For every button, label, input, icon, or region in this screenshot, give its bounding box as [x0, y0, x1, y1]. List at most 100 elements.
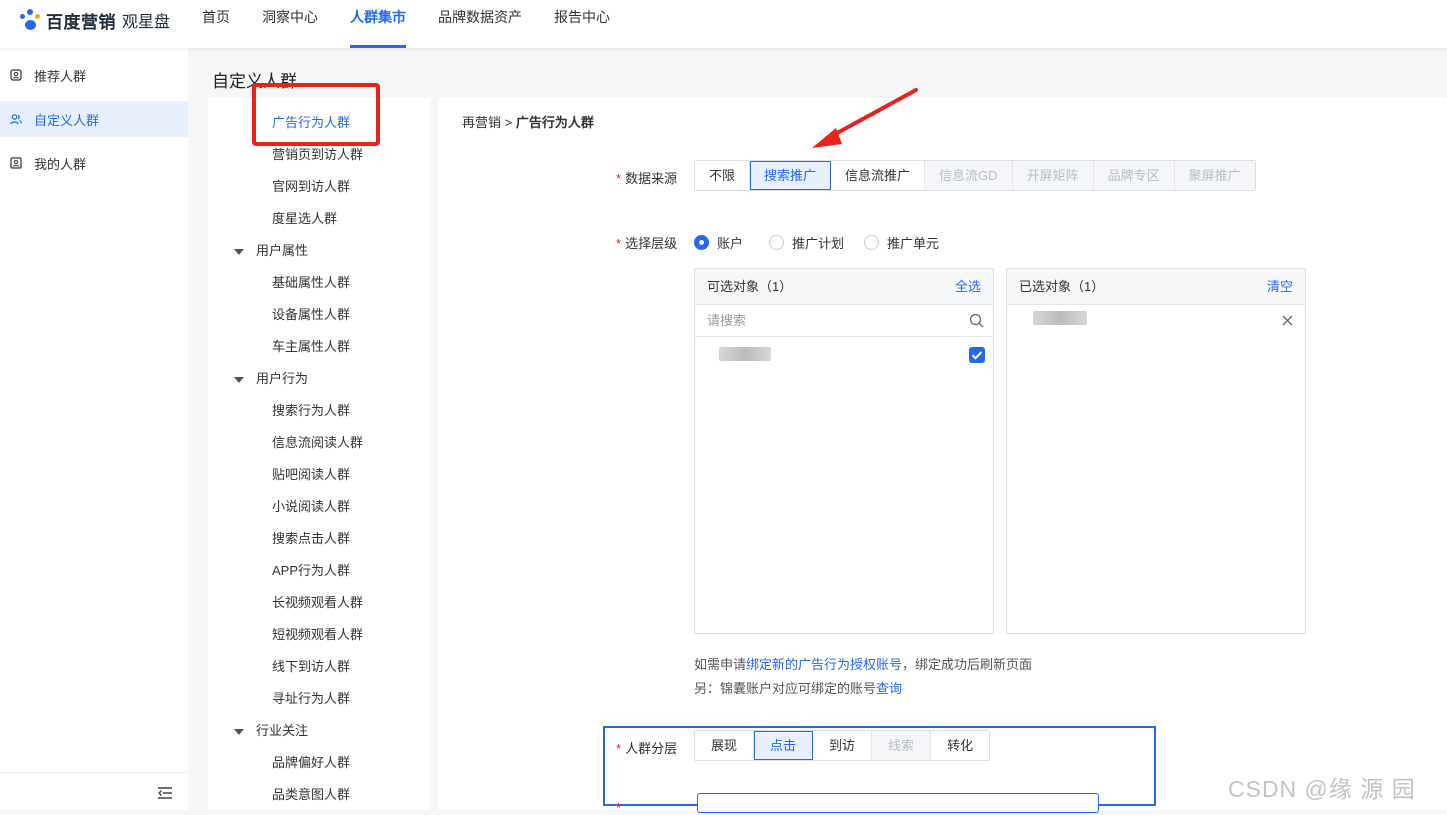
breadcrumb-separator: >	[504, 115, 513, 130]
tree-item-search-click[interactable]: 搜索点击人群	[272, 528, 350, 547]
next-field-select[interactable]	[697, 793, 1099, 813]
tree-item-basic-attr[interactable]: 基础属性人群	[272, 272, 350, 291]
layer-label: * 人群分层	[616, 741, 678, 756]
note-text: 另：锦囊账户对应可绑定的账号	[694, 681, 877, 696]
clear-link[interactable]: 清空	[1267, 269, 1293, 305]
sidebar-item-recommended[interactable]: 推荐人群	[0, 57, 188, 93]
redacted-account-name	[719, 347, 771, 361]
tree-item-app-behavior[interactable]: APP行为人群	[272, 560, 350, 579]
logo-brand: 百度营销	[46, 12, 116, 32]
close-icon[interactable]	[1282, 315, 1293, 326]
selected-objects-panel: 已选对象（1） 清空	[1006, 268, 1306, 634]
tree-group-label: 用户行为	[256, 371, 309, 386]
tree-item-site-visit[interactable]: 官网到访人群	[272, 176, 350, 195]
level-radio-unit[interactable]: 推广单元	[864, 233, 939, 252]
sidebar: 推荐人群 自定义人群 我的人群	[0, 48, 188, 810]
available-search-input[interactable]	[695, 305, 955, 336]
radio-unchecked-icon	[864, 235, 880, 250]
source-option-juping: 聚屏推广	[1174, 161, 1255, 190]
tree-item-feed-reading[interactable]: 信息流阅读人群	[272, 432, 363, 451]
logo[interactable]: 百度营销 观星盘	[18, 8, 170, 32]
note-text: ，绑定成功后刷新页面	[902, 657, 1033, 672]
sidebar-item-label: 推荐人群	[34, 68, 87, 84]
breadcrumb-current: 广告行为人群	[515, 115, 594, 130]
checkbox-checked-icon[interactable]	[969, 347, 985, 363]
tree-item-address-behavior[interactable]: 寻址行为人群	[272, 688, 350, 707]
layer-option-impression[interactable]: 展现	[695, 731, 755, 760]
breadcrumb-parent[interactable]: 再营销	[462, 115, 501, 130]
sidebar-item-label: 我的人群	[34, 156, 87, 172]
available-objects-panel: 可选对象（1） 全选	[694, 268, 994, 634]
sidebar-collapse[interactable]	[0, 772, 188, 810]
logo-subtitle: 观星盘	[122, 14, 171, 31]
radio-checked-icon	[694, 235, 709, 250]
tree-item-car-owner[interactable]: 车主属性人群	[272, 336, 350, 355]
tree-group-user-behavior[interactable]: 用户行为	[234, 368, 308, 387]
tree-group-label: 用户属性	[256, 243, 309, 258]
nav-insight-center[interactable]: 洞察中心	[262, 0, 318, 48]
annotation-arrow-icon	[812, 88, 918, 148]
layer-option-conversion[interactable]: 转化	[931, 731, 989, 760]
select-all-link[interactable]: 全选	[955, 269, 981, 305]
selected-objects-title: 已选对象（1）	[1019, 279, 1105, 294]
radio-label: 账户	[717, 236, 744, 251]
redacted-account-name	[1033, 311, 1087, 325]
tree-item-landing-visit[interactable]: 营销页到访人群	[272, 144, 363, 163]
bind-account-link[interactable]: 绑定新的广告行为授权账号	[746, 657, 902, 672]
query-account-note: 另：锦囊账户对应可绑定的账号查询	[694, 678, 902, 697]
my-audience-icon	[10, 157, 22, 169]
source-option-brand-zone: 品牌专区	[1093, 161, 1175, 190]
tree-item-novel-reading[interactable]: 小说阅读人群	[272, 496, 350, 515]
tree-item-offline-visit[interactable]: 线下到访人群	[272, 656, 350, 675]
caret-down-icon	[234, 728, 244, 735]
caret-down-icon	[234, 376, 244, 383]
next-field-required-mark: *	[616, 800, 622, 815]
nav-home[interactable]: 首页	[202, 0, 230, 48]
tree-item-brand-preference[interactable]: 品牌偏好人群	[272, 752, 350, 771]
note-text: 如需申请	[694, 657, 747, 672]
nav-audience-market[interactable]: 人群集市	[350, 0, 406, 48]
source-option-feed-promo[interactable]: 信息流推广	[831, 161, 926, 190]
sidebar-item-my-audience[interactable]: 我的人群	[0, 145, 188, 181]
level-radio-plan[interactable]: 推广计划	[769, 233, 844, 252]
watermark: CSDN @缘 源 园	[1228, 776, 1416, 802]
layer-option-lead: 线索	[872, 731, 932, 760]
source-label: * 数据来源	[616, 171, 678, 186]
radio-label: 推广计划	[792, 236, 845, 251]
sidebar-item-label: 自定义人群	[34, 112, 100, 128]
tree-item-search-behavior[interactable]: 搜索行为人群	[272, 400, 350, 419]
query-link[interactable]: 查询	[876, 681, 902, 696]
search-icon[interactable]	[969, 313, 984, 328]
source-option-search-promo[interactable]: 搜索推广	[750, 161, 832, 190]
sidebar-item-custom[interactable]: 自定义人群	[0, 101, 188, 137]
available-objects-header: 可选对象（1） 全选	[695, 269, 993, 305]
tree-item-duxingxuan[interactable]: 度星选人群	[272, 208, 337, 227]
nav-report-center[interactable]: 报告中心	[554, 0, 610, 48]
baidu-paw-icon	[18, 9, 44, 31]
source-option-splash-matrix: 开屏矩阵	[1012, 161, 1094, 190]
tree-item-device-attr[interactable]: 设备属性人群	[272, 304, 350, 323]
radio-unchecked-icon	[769, 235, 785, 250]
tree-item-category-intent[interactable]: 品类意图人群	[272, 784, 350, 803]
level-radio-account[interactable]: 账户	[694, 233, 743, 252]
tree-group-industry[interactable]: 行业关注	[234, 720, 308, 739]
source-option-any[interactable]: 不限	[695, 161, 751, 190]
layer-option-visit[interactable]: 到访	[813, 731, 873, 760]
available-search	[695, 305, 993, 337]
source-option-feed-gd: 信息流GD	[925, 161, 1013, 190]
annotation-highlight-box	[252, 83, 380, 146]
tree-item-long-video[interactable]: 长视频观看人群	[272, 592, 363, 611]
selected-objects-header: 已选对象（1） 清空	[1007, 269, 1305, 305]
available-list-item[interactable]	[695, 337, 993, 371]
nav-brand-data-assets[interactable]: 品牌数据资产	[438, 0, 522, 48]
level-label: * 选择层级	[616, 236, 678, 251]
tree-item-short-video[interactable]: 短视频观看人群	[272, 624, 363, 643]
menu-fold-icon[interactable]	[158, 787, 172, 802]
users-icon	[10, 114, 22, 125]
tree-group-user-attributes[interactable]: 用户属性	[234, 240, 308, 259]
recommend-icon	[10, 69, 22, 81]
tree-item-tieba-reading[interactable]: 贴吧阅读人群	[272, 464, 350, 483]
layer-option-click[interactable]: 点击	[754, 731, 814, 760]
layer-segmented-control: 展现 点击 到访 线索 转化	[694, 730, 991, 761]
level-radio-group: 账户 推广计划 推广单元	[694, 233, 959, 252]
